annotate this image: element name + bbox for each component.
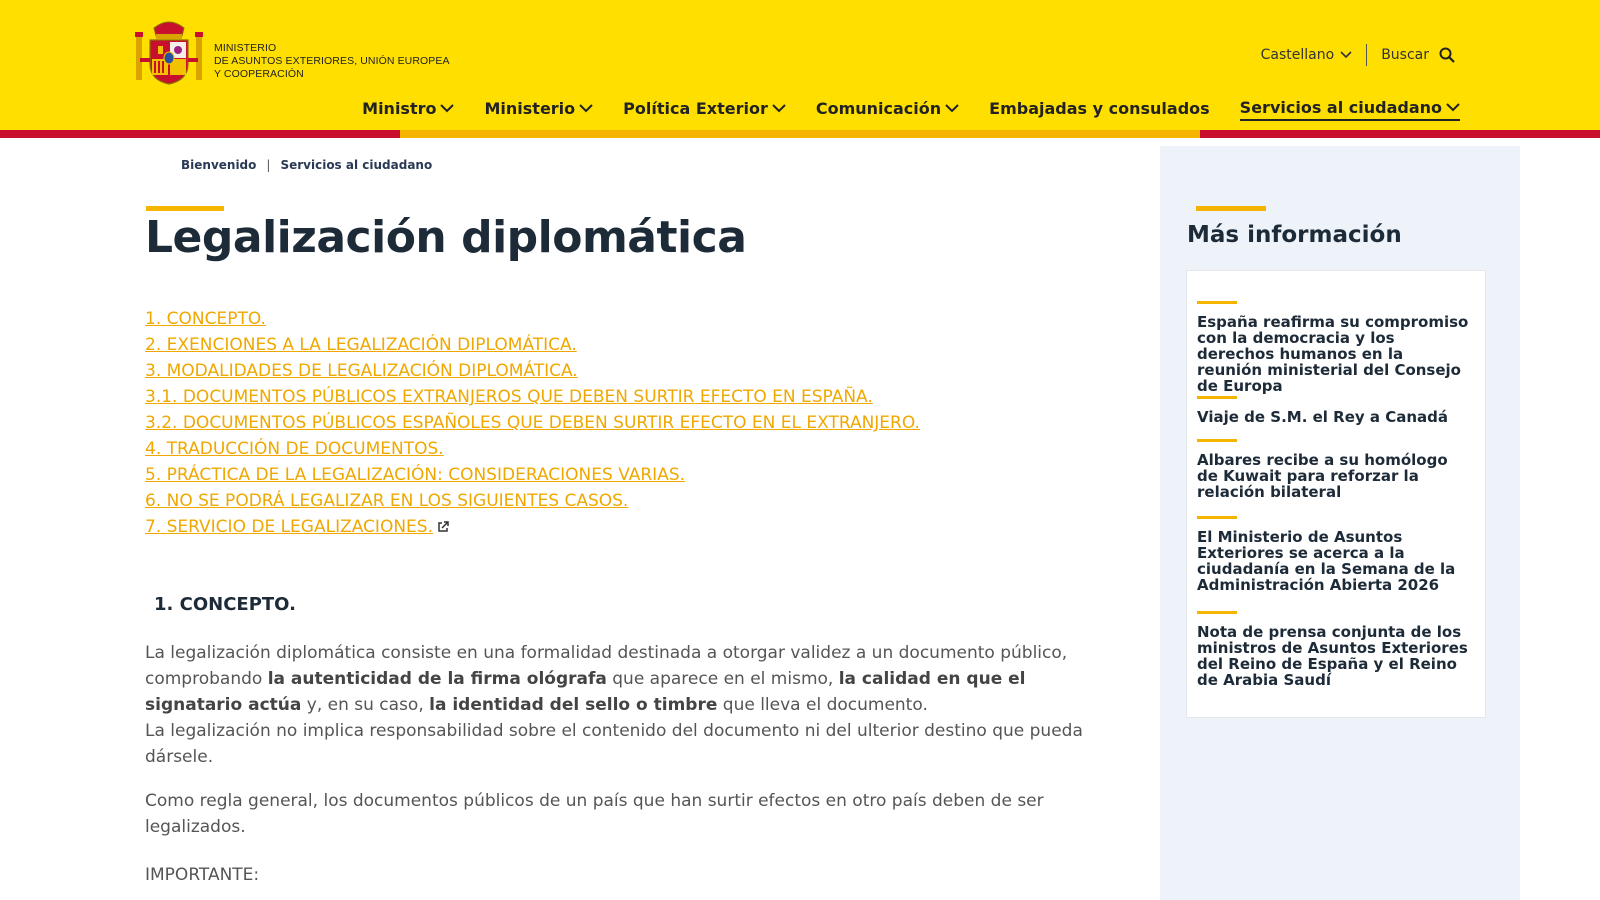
toc-link[interactable]: 6. NO SE PODRÁ LEGALIZAR EN LOS SIGUIENT… [145,491,628,511]
toc-link[interactable]: 5. PRÁCTICA DE LA LEGALIZACIÓN: CONSIDER… [145,465,685,485]
nav-item-servicios[interactable]: Servicios al ciudadano [1239,98,1460,121]
toc-item: 6. NO SE PODRÁ LEGALIZAR EN LOS SIGUIENT… [145,488,920,514]
news-item[interactable]: Albares recibe a su homólogo de Kuwait p… [1197,439,1472,500]
toc-item: 1. CONCEPTO. [145,306,920,332]
section-title: 1. CONCEPTO. [154,594,296,615]
toc-item: 3.1. DOCUMENTOS PÚBLICOS EXTRANJEROS QUE… [145,384,920,410]
chevron-down-icon [440,104,455,113]
ministry-name-line: Y COOPERACIÓN [214,68,304,80]
search-label: Buscar [1381,47,1429,63]
news-item[interactable]: Viaje de S.M. el Rey a Canadá [1197,396,1472,425]
breadcrumb-current[interactable]: Servicios al ciudadano [280,158,432,172]
news-item[interactable]: El Ministerio de Asuntos Exteriores se a… [1197,516,1472,593]
nav-label: Política Exterior [623,99,768,118]
toc-link[interactable]: 4. TRADUCCIÓN DE DOCUMENTOS. [145,439,444,459]
news-headline[interactable]: España reafirma su compromiso con la dem… [1197,314,1472,394]
text-run: La legalización no implica responsabilid… [145,721,1083,767]
ministry-name[interactable]: MINISTERIO DE ASUNTOS EXTERIORES, UNIÓN … [214,42,450,81]
toc-link[interactable]: 2. EXENCIONES A LA LEGALIZACIÓN DIPLOMÁT… [145,335,577,355]
nav-item-politica-exterior[interactable]: Política Exterior [623,98,786,121]
news-item[interactable]: España reafirma su compromiso con la dem… [1197,301,1472,394]
nav-item-ministro[interactable]: Ministro [362,98,455,121]
chevron-down-icon [945,104,959,113]
sidebar-title: Más información [1187,222,1402,248]
ministry-name-line: MINISTERIO [214,42,277,54]
news-headline[interactable]: Albares recibe a su homólogo de Kuwait p… [1197,452,1472,500]
toc-link[interactable]: 7. SERVICIO DE LEGALIZACIONES. [145,517,433,537]
news-headline[interactable]: Nota de prensa conjunta de los ministros… [1197,624,1472,688]
toc-link[interactable]: 3.1. DOCUMENTOS PÚBLICOS EXTRANJEROS QUE… [145,387,873,407]
language-label: Castellano [1260,47,1335,63]
concept-paragraph: La legalización diplomática consiste en … [145,640,1105,770]
emphasis-text: la identidad del sello o timbre [429,695,718,715]
emphasis-text: la autenticidad de la firma ológrafa [267,669,607,689]
language-selector[interactable]: Castellano [1261,44,1368,66]
header-stripe-red [1200,130,1600,138]
breadcrumb: Bienvenido | Servicios al ciudadano [181,158,432,172]
chevron-down-icon [1446,103,1460,112]
news-accent-bar [1197,611,1237,614]
chevron-down-icon [579,104,593,113]
toc-item: 3.2. DOCUMENTOS PÚBLICOS ESPAÑOLES QUE D… [145,410,920,436]
header-stripe-red [0,130,400,138]
utility-bar: Castellano Buscar [1261,44,1455,66]
news-accent-bar [1197,396,1237,399]
search-button[interactable]: Buscar [1367,47,1455,63]
nav-label: Comunicación [815,99,942,118]
toc-item: 3. MODALIDADES DE LEGALIZACIÓN DIPLOMÁTI… [145,358,920,384]
news-accent-bar [1197,301,1237,304]
chevron-down-icon [772,104,786,113]
main-nav: Ministro Ministerio Política Exterior Co… [362,98,1460,121]
coat-of-arms-logo[interactable] [134,18,204,88]
title-accent-bar [146,206,224,211]
news-item[interactable]: Nota de prensa conjunta de los ministros… [1197,611,1472,688]
toc-item: 7. SERVICIO DE LEGALIZACIONES. [145,514,920,540]
nav-item-comunicacion[interactable]: Comunicación [816,98,959,121]
text-run: que aparece en el mismo, [606,669,839,689]
header-stripe-gold [400,130,1200,138]
news-headline[interactable]: Viaje de S.M. el Rey a Canadá [1197,409,1472,425]
nav-label: Ministro [362,99,437,118]
toc-link[interactable]: 3. MODALIDADES DE LEGALIZACIÓN DIPLOMÁTI… [145,361,578,381]
breadcrumb-home[interactable]: Bienvenido [181,158,256,172]
news-accent-bar [1197,439,1237,442]
toc-link[interactable]: 1. CONCEPTO. [145,309,266,329]
toc-item: 5. PRÁCTICA DE LA LEGALIZACIÓN: CONSIDER… [145,462,920,488]
sidebar-accent-bar [1196,206,1266,211]
table-of-contents: 1. CONCEPTO. 2. EXENCIONES A LA LEGALIZA… [145,306,920,540]
site-header: MINISTERIO DE ASUNTOS EXTERIORES, UNIÓN … [0,0,1600,138]
breadcrumb-separator: | [266,158,271,172]
news-card: España reafirma su compromiso con la dem… [1186,270,1486,718]
nav-label: Servicios al ciudadano [1239,98,1442,117]
toc-item: 4. TRADUCCIÓN DE DOCUMENTOS. [145,436,920,462]
external-link-icon [438,521,449,532]
chevron-down-icon [1340,51,1352,59]
nav-label: Embajadas y consulados [989,99,1210,118]
page-title: Legalización diplomática [145,212,747,263]
ministry-name-line: DE ASUNTOS EXTERIORES, UNIÓN EUROPEA [214,55,450,67]
search-icon [1439,47,1455,63]
toc-link[interactable]: 3.2. DOCUMENTOS PÚBLICOS ESPAÑOLES QUE D… [145,413,920,433]
important-label: IMPORTANTE: [145,865,260,885]
general-rule-paragraph: Como regla general, los documentos públi… [145,791,1044,837]
nav-item-ministerio[interactable]: Ministerio [484,98,593,121]
news-accent-bar [1197,516,1237,519]
text-run: y, en su caso, [301,695,430,715]
toc-item: 2. EXENCIONES A LA LEGALIZACIÓN DIPLOMÁT… [145,332,920,358]
nav-item-embajadas[interactable]: Embajadas y consulados [989,98,1210,121]
news-headline[interactable]: El Ministerio de Asuntos Exteriores se a… [1197,529,1472,593]
text-run: que lleva el documento. [717,695,928,715]
nav-label: Ministerio [484,99,576,118]
